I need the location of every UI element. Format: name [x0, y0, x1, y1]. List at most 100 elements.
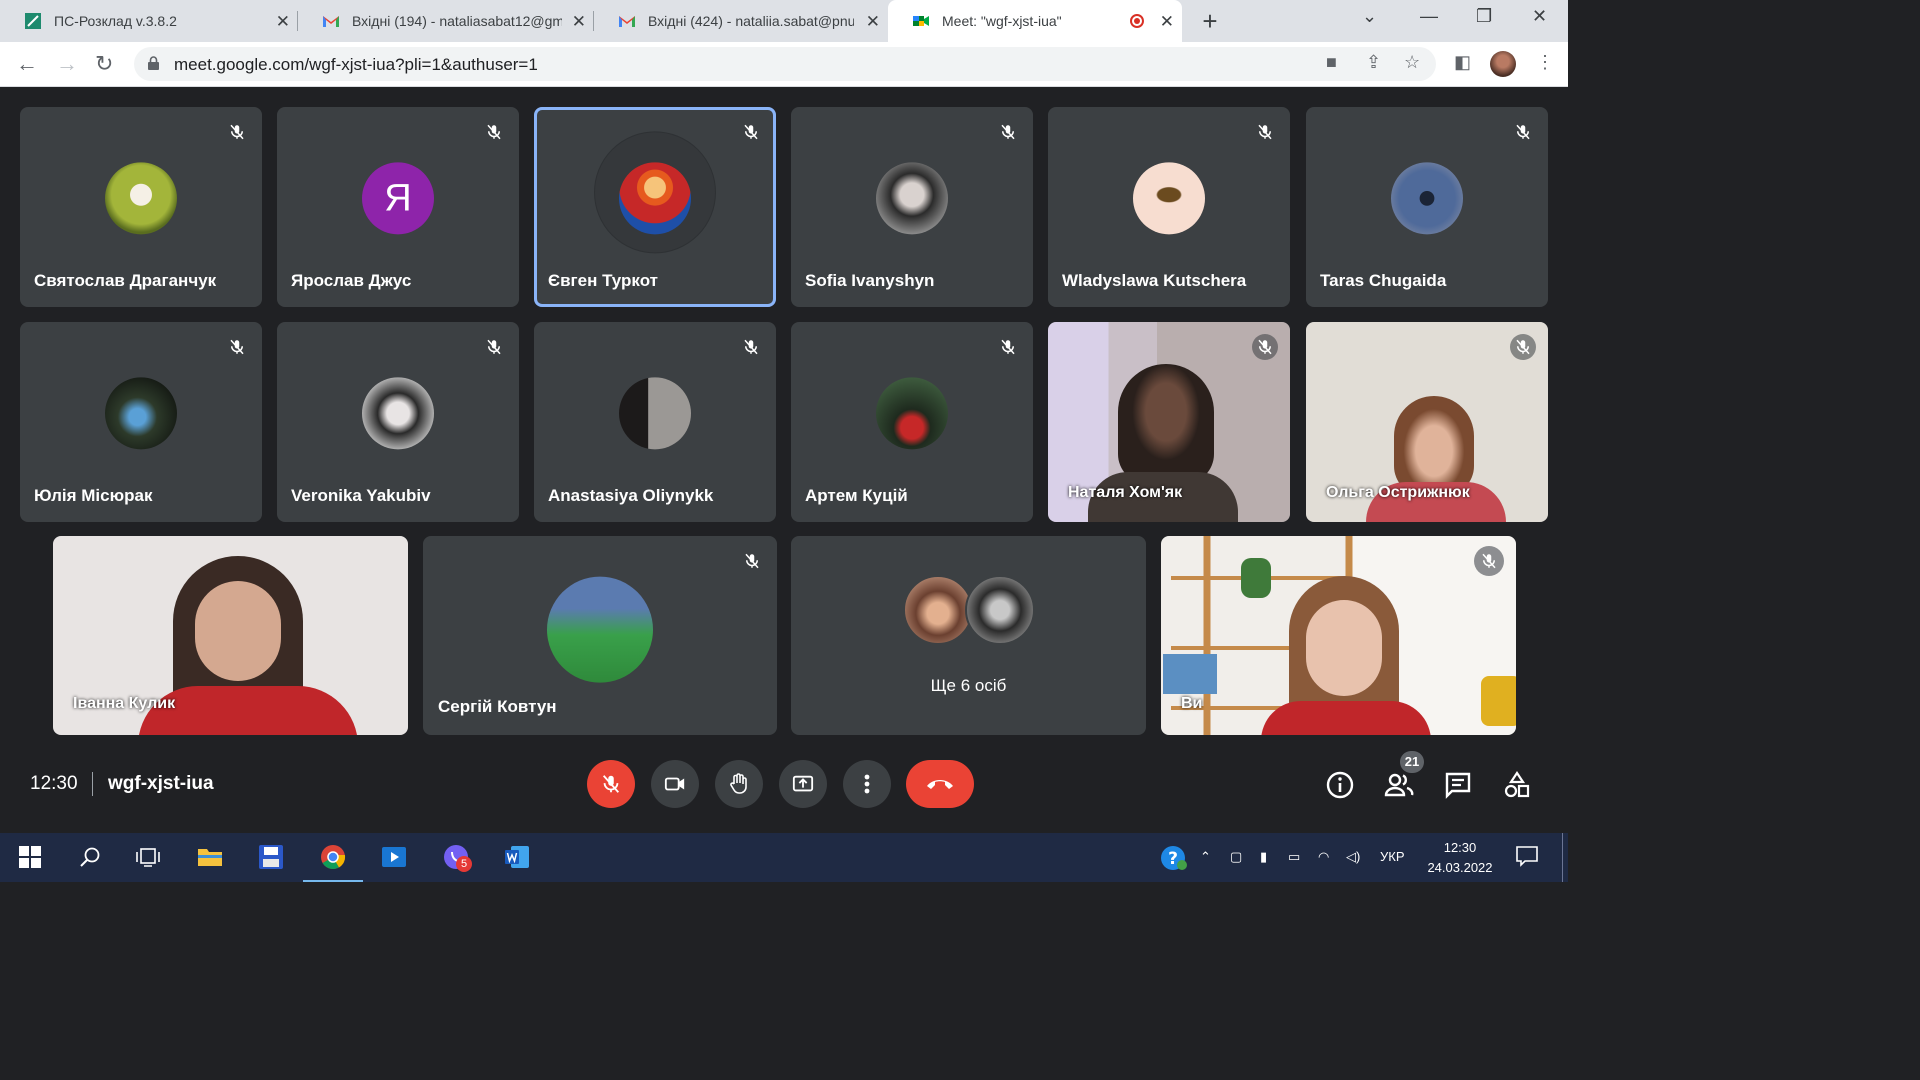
avatar	[1133, 162, 1205, 235]
camera-permission-icon[interactable]: ■	[1326, 52, 1337, 73]
present-icon	[792, 775, 814, 792]
participant-tile-video[interactable]: Наталя Хом'як	[1048, 322, 1290, 522]
tab-search-icon[interactable]: ⌄	[1362, 6, 1377, 27]
language-indicator[interactable]: УКР	[1380, 849, 1405, 864]
participant-name: Anastasiya Oliynykk	[548, 486, 714, 505]
activities-button[interactable]	[1502, 770, 1532, 800]
microphone-toggle-button[interactable]	[587, 760, 635, 808]
muted-mic-icon	[1252, 119, 1278, 145]
participant-tile[interactable]: Taras Chugaida	[1306, 107, 1548, 307]
participant-tile[interactable]: Юлія Місюрак	[20, 322, 262, 522]
participant-tile[interactable]: Sofia Ivanyshyn	[791, 107, 1033, 307]
chrome-icon[interactable]	[303, 843, 363, 882]
more-participants-tile[interactable]: Ще 6 осіб	[791, 536, 1146, 735]
muted-mic-icon	[1510, 334, 1536, 360]
participant-tile-video[interactable]: Ольга Острижнюк	[1306, 322, 1548, 522]
participant-tile[interactable]: Wladyslawa Kutschera	[1048, 107, 1290, 307]
search-icon[interactable]	[76, 843, 104, 871]
microphone-icon[interactable]: ▮	[1260, 849, 1267, 865]
activities-icon	[1504, 771, 1530, 798]
close-tab-icon[interactable]: ✕	[276, 12, 290, 32]
muted-mic-icon	[224, 119, 250, 145]
muted-mic-icon	[481, 119, 507, 145]
media-player-icon[interactable]	[380, 843, 408, 871]
chevron-up-icon[interactable]: ⌃	[1200, 849, 1211, 865]
people-button[interactable]	[1384, 770, 1414, 800]
participant-tile-active-speaker[interactable]: Євген Туркот	[534, 107, 776, 307]
chat-button[interactable]	[1443, 770, 1473, 800]
close-tab-icon[interactable]: ✕	[1160, 12, 1174, 32]
meeting-details-button[interactable]	[1325, 770, 1355, 800]
help-icon[interactable]: ?	[1160, 845, 1188, 874]
camera-toggle-button[interactable]	[651, 760, 699, 808]
chrome-menu-icon[interactable]: ⋮	[1536, 52, 1554, 73]
close-tab-icon[interactable]: ✕	[866, 12, 880, 32]
participant-name: Veronika Yakubiv	[291, 486, 431, 505]
file-explorer-icon[interactable]	[196, 843, 224, 871]
bookmark-star-icon[interactable]: ☆	[1404, 52, 1420, 73]
muted-mic-icon	[224, 334, 250, 360]
notifications-icon[interactable]	[1516, 845, 1538, 870]
participant-tile-video[interactable]: Іванна Кулик	[53, 536, 408, 735]
participant-tile[interactable]: Сергій Ковтун	[423, 536, 777, 735]
more-options-button[interactable]	[843, 760, 891, 808]
side-panel-icon[interactable]: ◧	[1454, 52, 1471, 73]
tab-title: ПС-Розклад v.3.8.2	[54, 13, 177, 29]
muted-mic-icon	[738, 119, 764, 145]
muted-mic-icon	[1252, 334, 1278, 360]
reload-icon[interactable]: ↻	[95, 51, 113, 77]
participant-name: Сергій Ковтун	[438, 697, 557, 716]
show-desktop-edge[interactable]	[1562, 833, 1563, 882]
participant-tile[interactable]: Veronika Yakubiv	[277, 322, 519, 522]
participant-name: Ярослав Джус	[291, 271, 412, 290]
close-window-icon[interactable]: ✕	[1532, 6, 1547, 27]
new-tab-button[interactable]: +	[1196, 6, 1224, 37]
present-screen-button[interactable]	[779, 760, 827, 808]
cushion	[1481, 676, 1516, 726]
muted-mic-icon	[481, 334, 507, 360]
address-bar[interactable]: meet.google.com/wgf-xjst-iua?pli=1&authu…	[134, 47, 1436, 81]
muted-mic-icon	[738, 334, 764, 360]
leave-call-button[interactable]	[906, 760, 974, 808]
browser-tab[interactable]: ПС-Розклад v.3.8.2 ✕	[0, 0, 298, 42]
browser-tab[interactable]: Вхідні (194) - nataliasabat12@gmail.com …	[298, 0, 594, 42]
close-tab-icon[interactable]: ✕	[572, 12, 586, 32]
device-icon[interactable]: ▢	[1230, 849, 1242, 865]
chat-icon	[1445, 772, 1471, 799]
back-icon[interactable]: ←	[16, 51, 38, 77]
wifi-icon[interactable]: ◠	[1318, 849, 1329, 865]
word-icon[interactable]	[503, 843, 531, 871]
task-view-icon[interactable]	[134, 843, 162, 871]
participant-name: Ви	[1181, 695, 1203, 712]
avatar	[876, 162, 948, 235]
meeting-code: wgf-xjst-iua	[108, 773, 214, 794]
participant-name: Іванна Кулик	[73, 695, 176, 712]
participant-count-badge: 21	[1400, 751, 1424, 773]
restore-icon[interactable]: ❐	[1476, 6, 1492, 27]
more-participants-label: Ще 6 осіб	[930, 676, 1007, 695]
viber-icon[interactable]: 5	[442, 843, 472, 872]
browser-tab[interactable]: Вхідні (424) - nataliia.sabat@pnu.edu.ua…	[594, 0, 888, 42]
battery-icon[interactable]: ▭	[1288, 849, 1300, 865]
self-view-tile[interactable]: Ви	[1161, 536, 1516, 735]
participant-tile[interactable]: Anastasiya Oliynykk	[534, 322, 776, 522]
minimize-icon[interactable]: —	[1420, 6, 1438, 27]
profile-avatar[interactable]	[1490, 51, 1516, 77]
share-icon[interactable]: ⇪	[1366, 52, 1381, 73]
raise-hand-button[interactable]	[715, 760, 763, 808]
windows-start-icon[interactable]	[16, 843, 44, 871]
taskbar-clock[interactable]: 12:30 24.03.2022	[1424, 838, 1496, 878]
participant-tile[interactable]: Артем Куцій	[791, 322, 1033, 522]
svg-text:?: ?	[1168, 849, 1178, 869]
browser-tab-active[interactable]: Meet: "wgf-xjst-iua" ✕	[888, 0, 1182, 42]
picture-frame	[1163, 654, 1217, 694]
people-icon	[1384, 773, 1414, 797]
participant-tile[interactable]: Я Ярослав Джус	[277, 107, 519, 307]
save-app-icon[interactable]	[257, 843, 285, 871]
recording-icon	[1130, 14, 1144, 28]
participant-name: Наталя Хом'як	[1068, 484, 1183, 501]
person-face	[195, 581, 281, 681]
volume-icon[interactable]: ◁)	[1346, 849, 1360, 865]
forward-icon[interactable]: →	[56, 51, 78, 77]
participant-tile[interactable]: Святослав Драганчук	[20, 107, 262, 307]
